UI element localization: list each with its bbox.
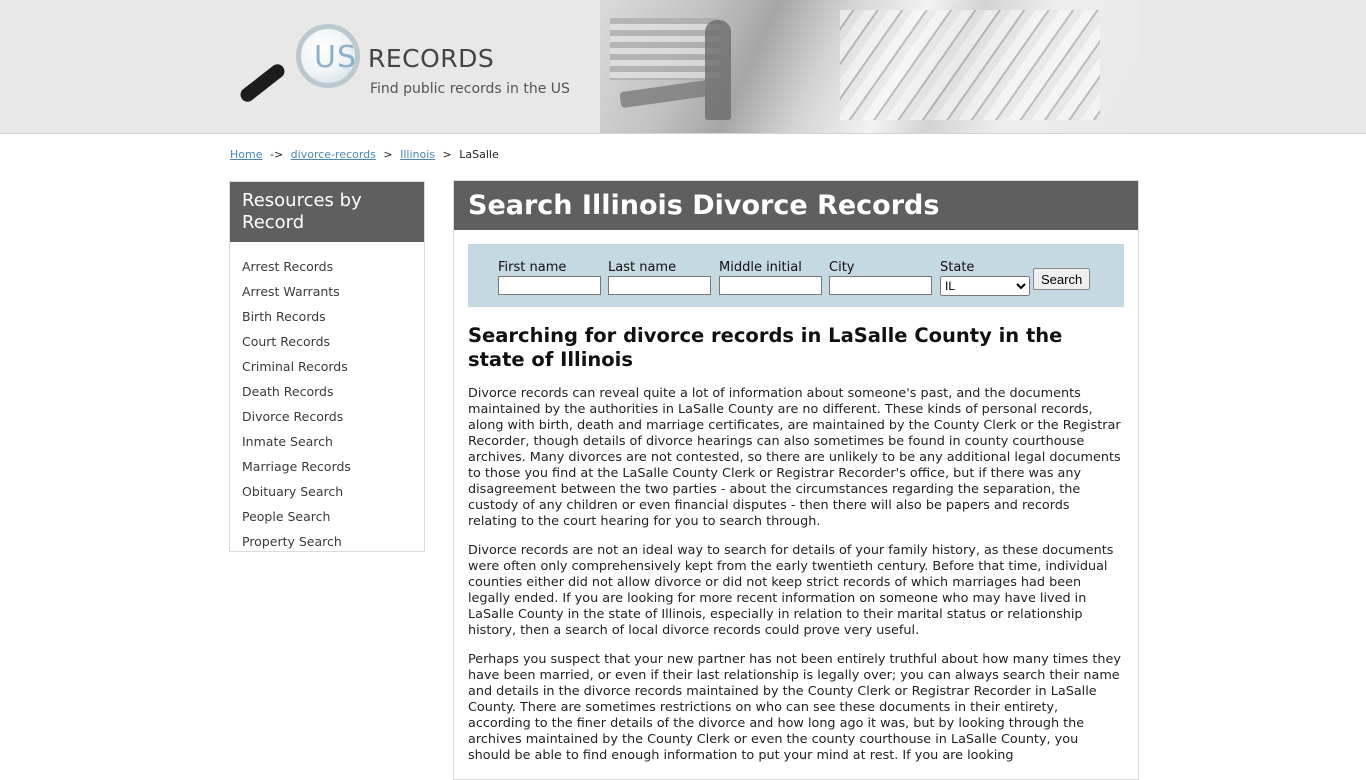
first-name-input[interactable] <box>498 276 601 295</box>
search-button[interactable]: Search <box>1033 268 1091 290</box>
sidebar-item-property-search[interactable]: Property Search <box>242 529 424 554</box>
state-field-group: State IL <box>940 261 1030 296</box>
sidebar-item-arrest-records[interactable]: Arrest Records <box>242 254 424 279</box>
state-select[interactable]: IL <box>940 276 1030 296</box>
search-form: First name Last name Middle initial City… <box>468 244 1124 307</box>
breadcrumb-home-link[interactable]: Home <box>230 148 262 161</box>
site-header: US RECORDS Find public records in the US <box>0 0 1366 134</box>
sidebar-item-criminal-records[interactable]: Criminal Records <box>242 354 424 379</box>
breadcrumb-separator: -> <box>269 148 284 161</box>
site-logo[interactable]: US RECORDS Find public records in the US <box>237 22 600 114</box>
logo-records-text: RECORDS <box>368 44 495 73</box>
magnifier-handle-icon <box>237 61 288 105</box>
sidebar-item-marriage-records[interactable]: Marriage Records <box>242 454 424 479</box>
article-paragraph: Divorce records are not an ideal way to … <box>468 543 1114 638</box>
city-input[interactable] <box>829 276 932 295</box>
logo-us-text: US <box>314 40 358 75</box>
breadcrumb-divorce-link[interactable]: divorce-records <box>291 148 376 161</box>
sidebar-item-obituary-search[interactable]: Obituary Search <box>242 479 424 504</box>
site-tagline: Find public records in the US <box>370 81 570 97</box>
breadcrumb: Home -> divorce-records > Illinois > LaS… <box>230 148 499 161</box>
sidebar-item-inmate-search[interactable]: Inmate Search <box>242 429 424 454</box>
state-label: State <box>940 260 975 275</box>
sidebar-list: Arrest Records Arrest Warrants Birth Rec… <box>230 242 424 554</box>
papers-image <box>840 10 1100 120</box>
breadcrumb-separator: > <box>383 148 393 161</box>
sidebar-item-death-records[interactable]: Death Records <box>242 379 424 404</box>
article-paragraph: Perhaps you suspect that your new partne… <box>468 652 1121 763</box>
sidebar-item-arrest-warrants[interactable]: Arrest Warrants <box>242 279 424 304</box>
first-name-label: First name <box>498 260 567 275</box>
breadcrumb-state-link[interactable]: Illinois <box>400 148 435 161</box>
sidebar-item-court-records[interactable]: Court Records <box>242 329 424 354</box>
article: Searching for divorce records in LaSalle… <box>468 324 1122 777</box>
sidebar-item-divorce-records[interactable]: Divorce Records <box>242 404 424 429</box>
breadcrumb-current: LaSalle <box>459 148 499 161</box>
sidebar: Resources by Record Arrest Records Arres… <box>229 181 425 552</box>
city-label: City <box>829 260 855 275</box>
page-title: Search Illinois Divorce Records <box>454 181 1138 230</box>
main-content: Search Illinois Divorce Records First na… <box>453 180 1139 780</box>
article-heading: Searching for divorce records in LaSalle… <box>468 324 1063 371</box>
sidebar-title: Resources by Record <box>230 182 424 242</box>
middle-initial-input[interactable] <box>719 276 822 295</box>
middle-initial-field-group: Middle initial <box>719 261 822 295</box>
last-name-label: Last name <box>608 260 677 275</box>
sidebar-item-people-search[interactable]: People Search <box>242 504 424 529</box>
article-paragraph: Divorce records can reveal quite a lot o… <box>468 386 1121 529</box>
justice-statue-image <box>705 20 731 120</box>
city-field-group: City <box>829 261 932 295</box>
middle-initial-label: Middle initial <box>719 260 802 275</box>
first-name-field-group: First name <box>498 261 601 295</box>
breadcrumb-separator: > <box>442 148 452 161</box>
last-name-field-group: Last name <box>608 261 711 295</box>
last-name-input[interactable] <box>608 276 711 295</box>
sidebar-item-birth-records[interactable]: Birth Records <box>242 304 424 329</box>
flag-image <box>610 18 720 80</box>
